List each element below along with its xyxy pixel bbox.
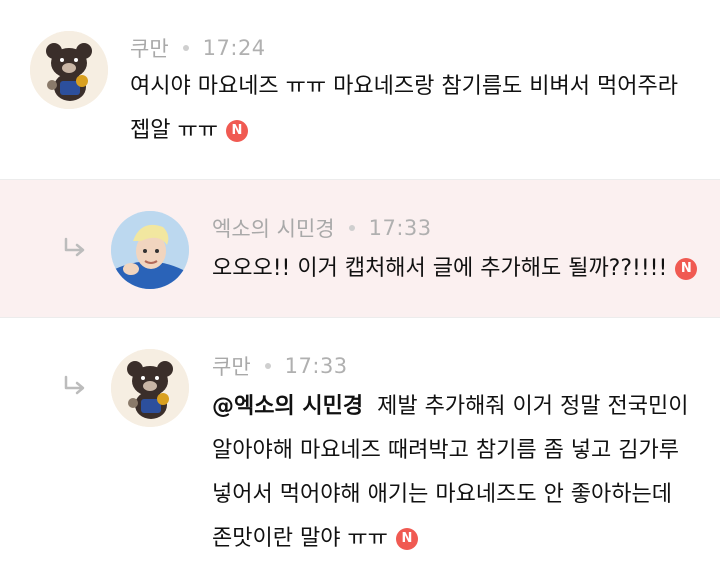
comment-1: 쿠만 17:24 여시야 마요네즈 ㅠㅠ 마요네즈랑 참기름도 비벼서 먹어주라… (0, 0, 720, 180)
comment-time: 17:24 (202, 36, 266, 60)
comment-time: 17:33 (368, 216, 432, 240)
comment-meta: 쿠만 17:24 (130, 33, 266, 63)
author-name[interactable]: 엑소의 시민경 (212, 213, 335, 243)
comment-line: 오오오!! 이거 캡처해서 글에 추가해도 될까??!!!! (212, 256, 668, 281)
author-name[interactable]: 쿠만 (212, 351, 251, 381)
separator-dot (348, 225, 355, 231)
comment-line: @엑소의 시민경 제발 추가해줘 이거 정말 전국민이 (212, 385, 688, 429)
comment-line-last: 오오오!! 이거 캡처해서 글에 추가해도 될까??!!!! N (212, 247, 698, 291)
author-name[interactable]: 쿠만 (130, 33, 169, 63)
comment-body: 오오오!! 이거 캡처해서 글에 추가해도 될까??!!!! N (212, 247, 698, 291)
comment-line: 제발 추가해줘 이거 정말 전국민이 (377, 394, 689, 419)
separator-dot (182, 45, 189, 51)
comment-2: 엑소의 시민경 17:33 오오오!! 이거 캡처해서 글에 추가해도 될까??… (0, 180, 720, 318)
comment-line: 존맛이란 말야 ㅠㅠ (212, 526, 388, 551)
comment-line-last: 젭알 ㅠㅠ N (130, 109, 678, 153)
comment-meta: 엑소의 시민경 17:33 (212, 213, 432, 243)
reply-arrow-icon (64, 237, 85, 257)
avatar[interactable] (111, 349, 189, 427)
comment-line-last: 존맛이란 말야 ㅠㅠ N (212, 517, 688, 561)
comment-3: 쿠만 17:33 @엑소의 시민경 제발 추가해줘 이거 정말 전국민이 알아야… (0, 318, 720, 578)
comment-body: @엑소의 시민경 제발 추가해줘 이거 정말 전국민이 알아야해 마요네즈 때려… (212, 385, 688, 561)
reply-arrow-icon (64, 375, 85, 395)
comment-body: 여시야 마요네즈 ㅠㅠ 마요네즈랑 참기름도 비벼서 먹어주라 젭알 ㅠㅠ N (130, 65, 678, 153)
comment-line: 넣어서 먹어야해 애기는 마요네즈도 안 좋아하는데 (212, 482, 673, 507)
comment-meta: 쿠만 17:33 (212, 351, 348, 381)
bear-avatar-icon (111, 349, 189, 427)
separator-dot (264, 363, 271, 369)
user-photo-avatar (111, 211, 189, 289)
comment-line: 여시야 마요네즈 ㅠㅠ 마요네즈랑 참기름도 비벼서 먹어주라 (130, 74, 678, 99)
comment-line: 알아야해 마요네즈 때려박고 참기름 좀 넣고 김가루 (212, 438, 680, 463)
new-badge-icon: N (395, 528, 418, 550)
comment-time: 17:33 (284, 354, 348, 378)
new-badge-icon: N (675, 258, 698, 280)
avatar[interactable] (30, 31, 108, 109)
bear-avatar-icon (30, 31, 108, 109)
new-badge-icon: N (225, 120, 248, 142)
comment-line: 젭알 ㅠㅠ (130, 118, 218, 143)
mention-link[interactable]: @엑소의 시민경 (212, 394, 363, 419)
avatar[interactable] (111, 211, 189, 289)
